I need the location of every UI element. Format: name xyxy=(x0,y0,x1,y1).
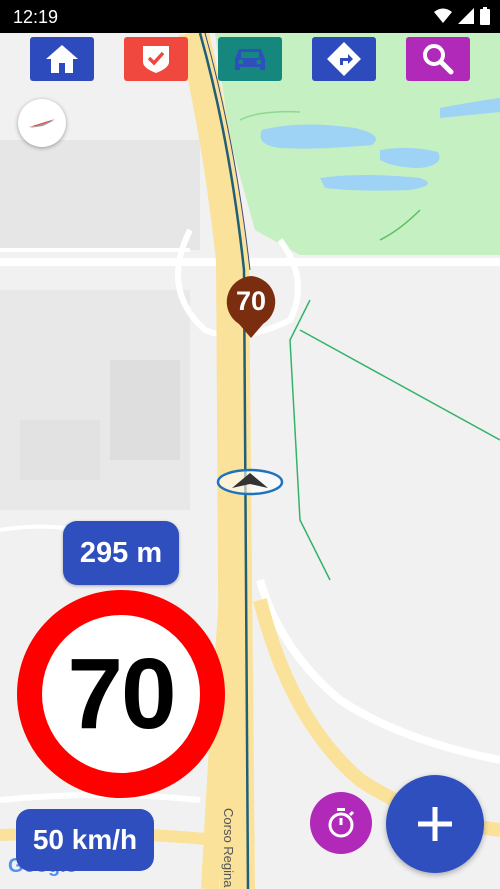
add-button[interactable] xyxy=(386,775,484,873)
pin-speed-label: 70 xyxy=(235,286,267,316)
compass-button[interactable] xyxy=(18,99,66,147)
distance-badge: 295 m xyxy=(63,521,179,585)
status-icons xyxy=(434,7,490,25)
home-button[interactable] xyxy=(30,37,94,81)
speed-limit-sign: 70 xyxy=(17,590,225,798)
timer-button[interactable] xyxy=(310,792,372,854)
speed-limit-value: 70 xyxy=(67,637,176,750)
car-button[interactable] xyxy=(218,37,282,81)
search-button[interactable] xyxy=(406,37,470,81)
current-position-marker xyxy=(215,467,285,497)
plus-icon xyxy=(418,807,452,841)
signal-icon xyxy=(458,8,474,24)
checklist-button[interactable] xyxy=(124,37,188,81)
turn-right-icon xyxy=(327,42,361,76)
car-icon xyxy=(235,49,265,70)
battery-icon xyxy=(480,7,490,25)
wifi-icon xyxy=(434,8,452,23)
status-time: 12:19 xyxy=(13,7,59,27)
street-name-label: Corso Regina xyxy=(221,808,236,888)
current-speed-badge: 50 km/h xyxy=(16,809,154,871)
navigation-arrow-icon xyxy=(216,468,284,496)
route-button[interactable] xyxy=(312,37,376,81)
status-bar: 12:19 xyxy=(0,0,500,33)
stopwatch-icon xyxy=(328,808,355,838)
search-icon xyxy=(423,44,454,75)
speed-camera-pin[interactable]: 70 xyxy=(223,274,279,338)
check-shield-icon xyxy=(143,46,169,73)
home-icon xyxy=(46,45,78,73)
compass-icon xyxy=(29,119,55,128)
